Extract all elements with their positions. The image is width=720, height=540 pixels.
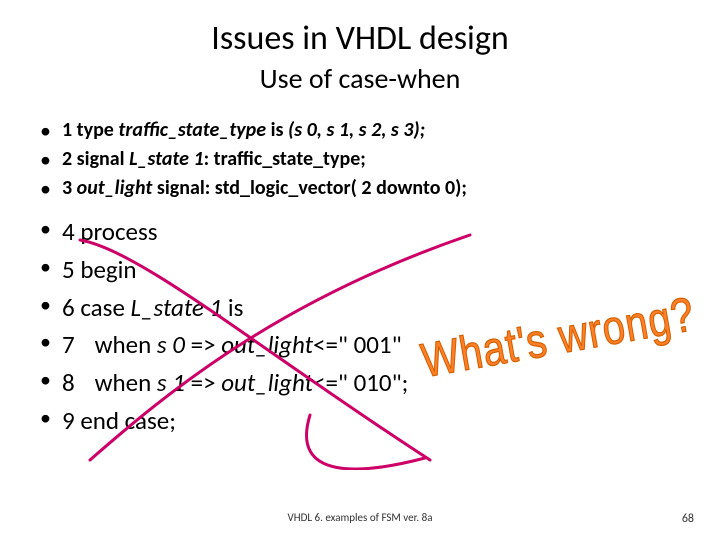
decl-line-3: 3 out_light signal: std_logic_vector( 2 … xyxy=(34,176,686,201)
declaration-list: 1 type traffic_state_type is (s 0, s 1, … xyxy=(34,118,686,201)
decl-line-2: 2 signal L_state 1: traffic_state_type; xyxy=(34,147,686,172)
proc-line-4: 4 process xyxy=(34,215,686,249)
proc-line-9: 9 end case; xyxy=(34,404,686,438)
footer-text: VHDL 6. examples of FSM ver. 8a xyxy=(0,511,720,524)
slide-body: 1 type traffic_state_type is (s 0, s 1, … xyxy=(0,96,720,438)
proc-line-8: 8when s 1 => out_light<=" 010"; xyxy=(34,366,686,400)
decl-line-1: 1 type traffic_state_type is (s 0, s 1, … xyxy=(34,118,686,143)
proc-line-5: 5 begin xyxy=(34,253,686,287)
slide-subtitle: Use of case-when xyxy=(0,61,720,96)
page-number: 68 xyxy=(682,512,694,526)
line-num: 1 type traffic_state_type is (s 0, s 1, … xyxy=(62,118,425,142)
line-num: 3 out_light signal: std_logic_vector( 2 … xyxy=(62,176,467,200)
line-num: 2 signal L_state 1: traffic_state_type; xyxy=(62,147,366,171)
slide-title: Issues in VHDL design xyxy=(0,0,720,59)
